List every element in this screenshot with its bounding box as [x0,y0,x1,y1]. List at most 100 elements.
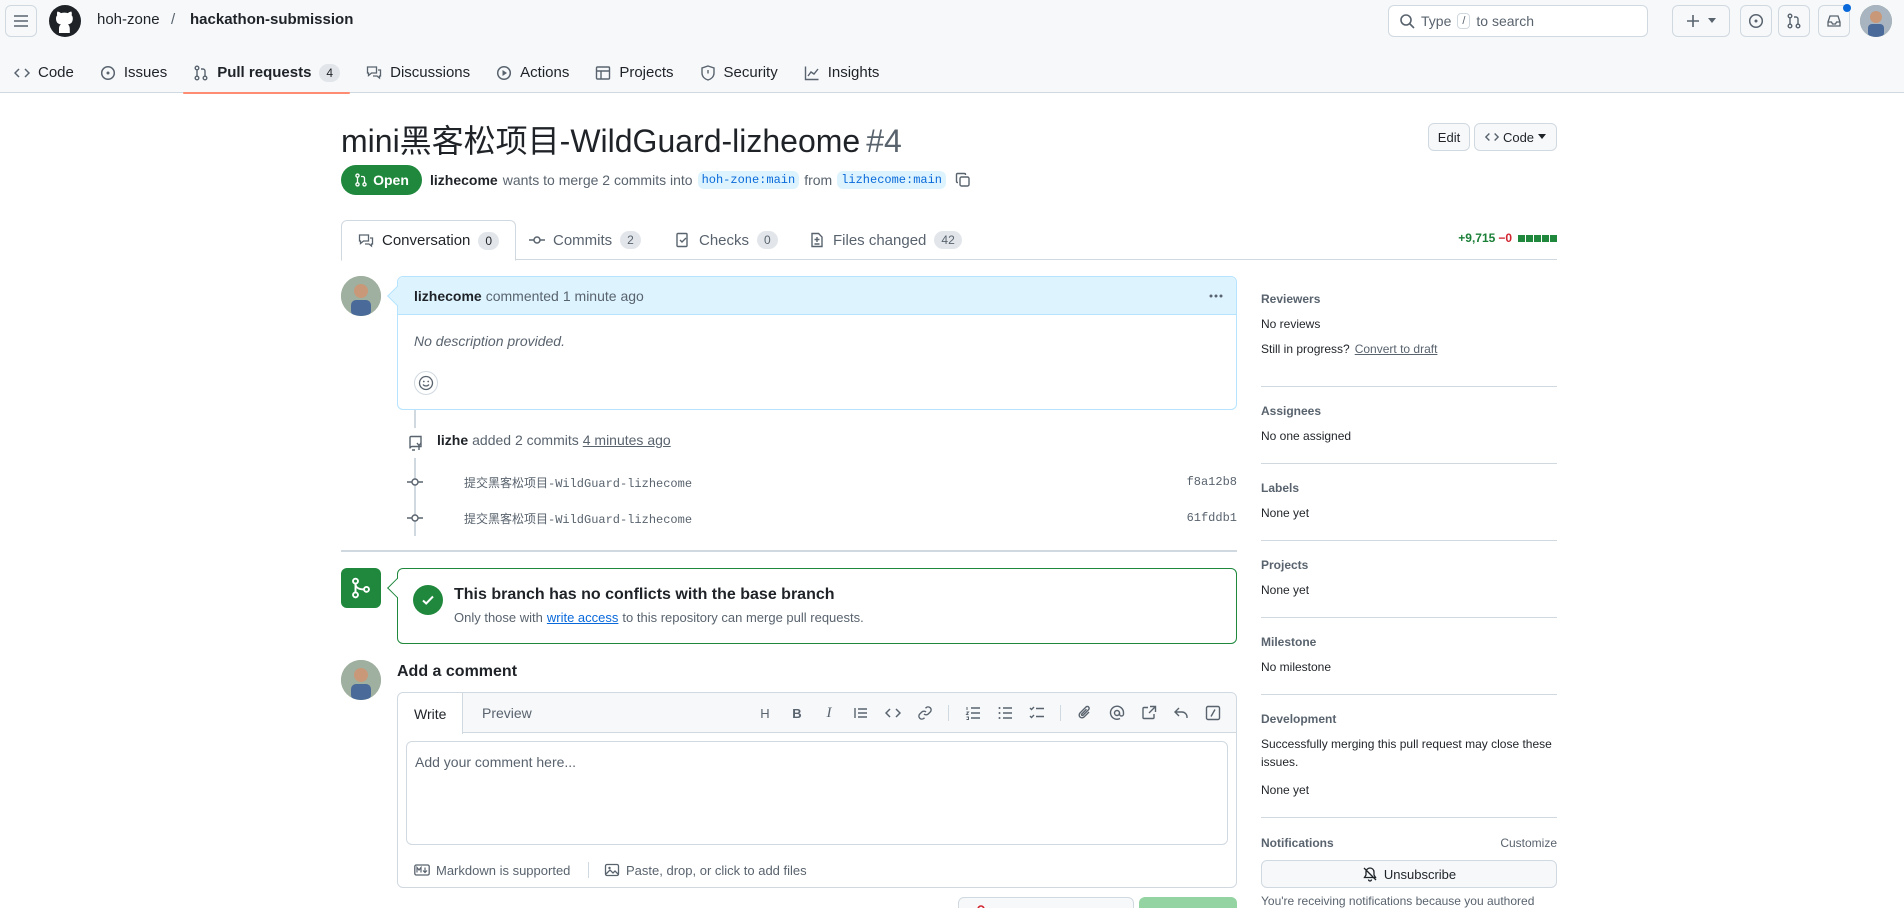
commit-icon [407,478,423,486]
code-dropdown-button[interactable]: Code [1474,123,1557,151]
commit-message-link[interactable]: 提交黑客松项目-WildGuard-lizhecome [464,474,692,491]
nav-insights[interactable]: Insights [794,52,890,93]
markdown-help-link[interactable]: Markdown is supported [414,862,570,878]
italic-tool[interactable]: I [820,704,838,722]
diffstat: +9,715 −0 [1458,231,1557,245]
close-pr-button[interactable] [958,897,1134,908]
current-user-avatar [341,660,381,700]
convert-to-draft-link[interactable]: Convert to draft [1355,340,1438,358]
repo-name-link[interactable]: hackathon-submission [190,11,353,28]
unsubscribe-button[interactable]: Unsubscribe [1261,860,1557,888]
pr-number: #4 [866,123,902,159]
toolbar-separator [948,705,949,721]
attach-note: Paste, drop, or click to add files [626,862,807,878]
milestone-value: No milestone [1261,660,1332,674]
nav-code-label: Code [38,64,74,81]
tab-files-changed-count: 42 [934,231,962,249]
tab-conversation[interactable]: Conversation 0 [341,220,517,261]
comment-submit-button[interactable] [1139,897,1237,908]
comment-textarea[interactable]: Add your comment here... [406,741,1228,845]
comment-time[interactable]: 1 minute ago [563,288,644,304]
commit-row: 提交黑客松项目-WildGuard-lizhecome f8a12b8 [397,470,1237,494]
customize-notifications-link[interactable]: Customize [1500,836,1557,850]
tab-preview[interactable]: Preview [466,693,548,733]
projects-heading[interactable]: Projects [1261,558,1557,572]
link-icon[interactable] [916,704,934,722]
slash-command-icon[interactable] [1204,704,1222,722]
write-access-link[interactable]: write access [547,610,619,625]
copy-icon[interactable] [955,172,971,188]
commits-event-time[interactable]: 4 minutes ago [583,432,671,448]
user-avatar[interactable] [1860,5,1892,37]
mention-icon[interactable] [1108,704,1126,722]
cross-reference-icon[interactable] [1140,704,1158,722]
issue-icon [100,65,115,80]
nav-security[interactable]: Security [690,52,788,93]
reply-icon[interactable] [1172,704,1190,722]
repo-owner-link[interactable]: hoh-zone [97,11,160,28]
sidebar-notifications: Notifications Customize Unsubscribe You'… [1261,836,1557,908]
bold-tool[interactable]: B [788,704,806,722]
base-branch[interactable]: hoh-zone:main [697,171,800,189]
paperclip-icon[interactable] [1076,704,1094,722]
tab-commits[interactable]: Commits 2 [513,220,657,260]
unordered-list-icon[interactable] [996,704,1014,722]
heading-tool[interactable]: H [756,704,774,722]
merge-status-icon-box [341,568,381,608]
code-icon[interactable] [884,704,902,722]
tab-files-changed-label: Files changed [833,231,927,249]
comment-author-link[interactable]: lizhecome [414,288,482,304]
nav-pull-requests[interactable]: Pull requests 4 [183,52,351,94]
nav-projects[interactable]: Projects [585,52,683,93]
commit-sha-link[interactable]: f8a12b8 [1187,475,1237,489]
tab-checks-label: Checks [699,231,750,249]
diffstat-block [1534,234,1541,242]
nav-discussions-label: Discussions [390,64,471,81]
sidebar-labels: Labels None yet [1261,481,1557,522]
breadcrumb-separator: / [171,11,176,28]
image-icon [604,863,620,877]
ordered-list-icon[interactable] [964,704,982,722]
github-logo-icon[interactable] [49,5,81,37]
pr-author-link[interactable]: lizhecome [430,172,498,188]
nav-actions[interactable]: Actions [486,52,579,93]
reviewers-heading[interactable]: Reviewers [1261,292,1557,306]
search-input[interactable]: Type / to search [1388,5,1648,37]
head-branch[interactable]: lizhecome:main [837,171,947,189]
sidebar-development: Development Successfully merging this pu… [1261,712,1557,799]
tab-checks[interactable]: Checks 0 [659,220,794,260]
comment-author-avatar[interactable] [341,276,381,316]
milestone-heading[interactable]: Milestone [1261,635,1557,649]
development-heading[interactable]: Development [1261,712,1557,726]
tab-files-changed[interactable]: Files changed 42 [793,220,978,260]
kebab-horizontal-icon[interactable] [1208,288,1224,304]
tab-write[interactable]: Write [398,693,464,734]
diffstat-block [1526,234,1533,242]
pull-requests-count: 4 [319,63,341,82]
commit-sha-link[interactable]: 61fddb1 [1187,511,1237,525]
merge-desc-post: to this repository can merge pull reques… [622,610,864,625]
attach-files-button[interactable]: Paste, drop, or click to add files [604,862,807,878]
nav-code[interactable]: Code [4,52,84,93]
menu-button[interactable] [5,5,37,37]
search-suffix: to search [1476,13,1535,29]
task-list-icon[interactable] [1028,704,1046,722]
quote-icon[interactable] [852,704,870,722]
assignees-heading[interactable]: Assignees [1261,404,1557,418]
triangle-down-icon [1708,18,1716,23]
toolbar-separator [1060,705,1061,721]
nav-security-label: Security [723,64,778,81]
nav-issues-label: Issues [123,64,168,81]
create-new-button[interactable] [1672,5,1730,37]
issues-button[interactable] [1740,5,1772,37]
labels-heading[interactable]: Labels [1261,481,1557,495]
nav-discussions[interactable]: Discussions [356,52,480,93]
pull-requests-button[interactable] [1778,5,1810,37]
sidebar-milestone: Milestone No milestone [1261,635,1557,676]
inbox-button[interactable] [1818,4,1851,37]
nav-issues[interactable]: Issues [90,52,177,93]
commit-message-link[interactable]: 提交黑客松项目-WildGuard-lizhecome [464,510,692,527]
edit-title-button[interactable]: Edit [1428,123,1470,151]
commits-event-actor[interactable]: lizhe [437,432,468,448]
add-reaction-button[interactable] [414,371,438,395]
